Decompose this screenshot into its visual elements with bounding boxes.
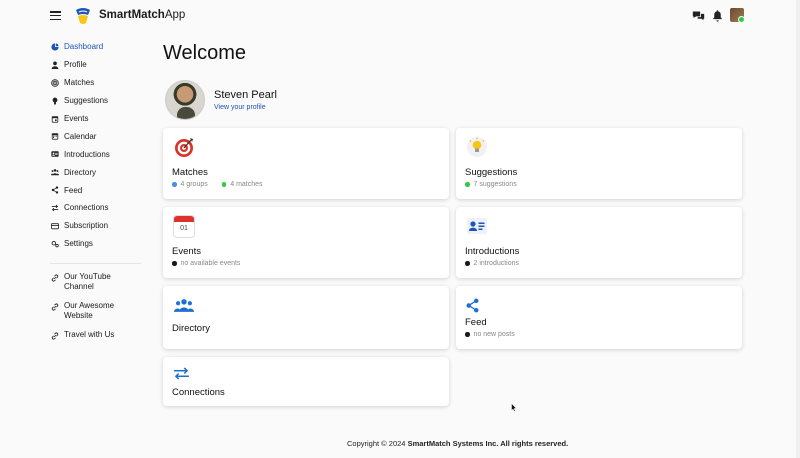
calendar-event-icon: 01: [173, 215, 195, 237]
gear-icon: [50, 239, 59, 248]
target-icon: [173, 136, 195, 158]
card-title: Events: [172, 246, 202, 257]
chat-icon[interactable]: [692, 9, 705, 22]
lightbulb-icon: [50, 96, 59, 105]
link-icon: [50, 303, 59, 312]
sidebar-item-introductions[interactable]: Introductions: [50, 145, 145, 163]
feed-card[interactable]: Feed no new posts: [456, 286, 742, 349]
bell-icon[interactable]: [711, 9, 724, 22]
link-label-line2: Website: [64, 311, 93, 321]
card-meta: 2 introductions: [473, 260, 520, 267]
status-dot: [465, 261, 470, 266]
link-label-line2: Channel: [64, 282, 94, 292]
sidebar-item-dashboard[interactable]: Dashboard: [50, 38, 145, 56]
sidebar-item-label: Calendar: [64, 131, 97, 141]
link-icon: [50, 274, 59, 283]
status-dot: [465, 182, 470, 187]
footer-company: SmartMatch Systems Inc. All rights reser…: [407, 439, 569, 448]
share-icon: [461, 294, 483, 316]
mouse-cursor-icon: [511, 403, 517, 412]
sidebar-item-label: Matches: [64, 78, 95, 88]
sidebar-link-travel[interactable]: Travel with Us: [50, 330, 145, 341]
card-icon: [50, 221, 59, 230]
calendar-event-icon: [50, 114, 59, 123]
card-title: Suggestions: [465, 167, 518, 178]
view-profile-link[interactable]: View your profile: [214, 104, 266, 111]
people-icon: [173, 294, 195, 316]
card-title: Introductions: [465, 246, 520, 257]
sidebar-item-label: Introductions: [64, 149, 110, 159]
profile-name: Steven Pearl: [214, 89, 277, 101]
dashboard-icon: [50, 42, 59, 51]
card-meta: 7 suggestions: [473, 181, 517, 188]
sidebar-item-label: Profile: [64, 60, 87, 70]
card-meta: no new posts: [473, 331, 515, 338]
link-icon: [50, 332, 59, 341]
sidebar-item-profile[interactable]: Profile: [50, 56, 145, 74]
calendar-icon: [50, 132, 59, 141]
people-icon: [50, 168, 59, 177]
sidebar: Dashboard Profile Matches Suggestions Ev…: [50, 38, 145, 349]
sidebar-item-calendar[interactable]: Calendar: [50, 127, 145, 145]
user-avatar[interactable]: [730, 8, 745, 23]
page-title: Welcome: [163, 42, 246, 64]
top-bar: SmartMatchApp: [0, 0, 800, 34]
scrollbar[interactable]: [796, 0, 800, 458]
link-label-line1: Our YouTube: [64, 271, 111, 281]
sidebar-item-label: Dashboard: [64, 42, 104, 52]
sidebar-item-directory[interactable]: Directory: [50, 163, 145, 181]
contact-card-icon: [466, 215, 488, 237]
matches-card[interactable]: Matches 4 groups 4 matches: [163, 128, 449, 199]
status-dot: [465, 332, 470, 337]
footer: Copyright © 2024 SmartMatch Systems Inc.…: [347, 439, 568, 448]
introductions-card[interactable]: Introductions 2 introductions: [456, 207, 742, 278]
sidebar-item-label: Connections: [64, 203, 109, 213]
contact-card-icon: [50, 150, 59, 159]
sidebar-item-subscription[interactable]: Subscription: [50, 217, 145, 235]
status-dot: [221, 182, 227, 187]
card-meta: 4 matches: [230, 181, 263, 188]
card-title: Connections: [172, 387, 225, 398]
target-icon: [50, 78, 59, 87]
sidebar-item-suggestions[interactable]: Suggestions: [50, 92, 145, 110]
sidebar-item-label: Directory: [64, 167, 97, 177]
card-meta: no available events: [180, 260, 241, 267]
sidebar-item-label: Events: [64, 114, 89, 123]
sidebar-item-feed[interactable]: Feed: [50, 181, 145, 199]
person-icon: [50, 60, 59, 69]
footer-prefix: Copyright © 2024: [347, 439, 408, 448]
arrows-icon: [50, 203, 59, 212]
connections-card[interactable]: Connections: [163, 357, 449, 406]
brand-name: SmartMatchApp: [99, 9, 186, 21]
sidebar-item-settings[interactable]: Settings: [50, 235, 145, 253]
sidebar-divider: [50, 262, 141, 264]
events-card[interactable]: 01 Events no available events: [163, 207, 449, 278]
sidebar-item-label: Suggestions: [64, 96, 109, 106]
card-title: Matches: [172, 167, 208, 178]
sidebar-link-youtube[interactable]: Our YouTube Channel: [50, 272, 145, 293]
menu-icon[interactable]: [50, 11, 61, 21]
status-dot: [172, 182, 177, 187]
status-dot: [172, 261, 177, 266]
app-logo: [76, 8, 90, 24]
card-meta: 4 groups: [180, 181, 208, 188]
arrows-icon: [170, 362, 192, 384]
sidebar-link-website[interactable]: Our Awesome Website: [50, 301, 145, 322]
sidebar-item-label: Settings: [64, 239, 93, 249]
directory-card[interactable]: Directory: [163, 286, 449, 349]
link-label-line1: Our Awesome: [64, 300, 115, 310]
calendar-day: 01: [180, 224, 188, 232]
sidebar-item-label: Subscription: [64, 221, 109, 231]
sidebar-item-label: Feed: [64, 185, 83, 195]
sidebar-item-connections[interactable]: Connections: [50, 199, 145, 217]
lightbulb-icon: [466, 136, 488, 158]
card-title: Directory: [172, 323, 211, 334]
sidebar-item-events[interactable]: Events: [50, 110, 145, 128]
sidebar-item-matches[interactable]: Matches: [50, 74, 145, 92]
suggestions-card[interactable]: Suggestions 7 suggestions: [456, 128, 742, 199]
profile-avatar[interactable]: [165, 80, 205, 120]
share-icon: [50, 186, 59, 195]
card-title: Feed: [465, 317, 487, 328]
link-label-line1: Travel with Us: [64, 329, 115, 339]
